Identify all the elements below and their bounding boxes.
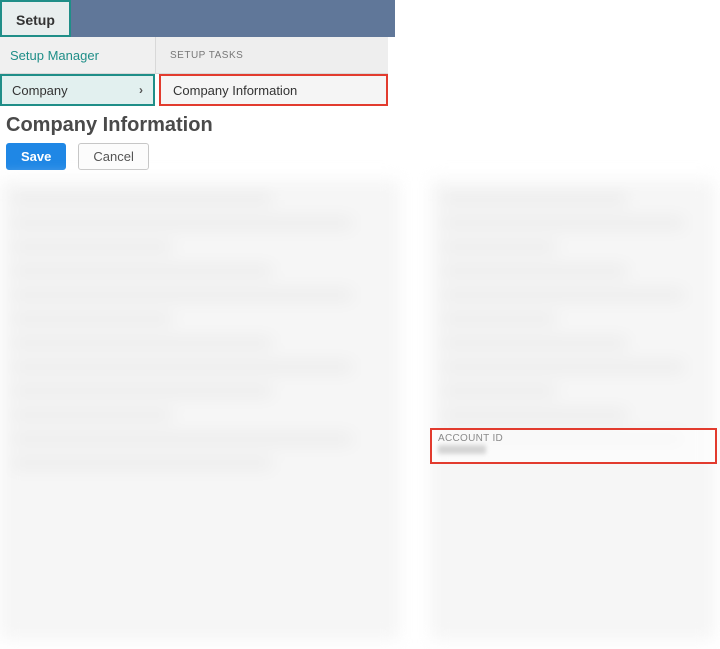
page-title: Company Information: [6, 114, 720, 137]
company-menu-item[interactable]: Company ›: [0, 74, 155, 106]
chevron-right-icon: ›: [139, 83, 143, 97]
blurred-form-left: [0, 180, 400, 640]
setup-tab-label: Setup: [16, 12, 55, 28]
cancel-button[interactable]: Cancel: [78, 143, 148, 170]
account-id-field: ACCOUNT ID: [430, 428, 717, 464]
company-information-menu-label: Company Information: [173, 83, 297, 98]
setup-manager-label: Setup Manager: [10, 48, 99, 63]
save-button[interactable]: Save: [6, 143, 66, 170]
menu-header-row: Setup Manager SETUP TASKS: [0, 37, 388, 74]
setup-tab[interactable]: Setup: [0, 0, 71, 37]
setup-tasks-heading-text: SETUP TASKS: [170, 50, 243, 61]
account-id-label: ACCOUNT ID: [438, 433, 709, 444]
menu-item-row: Company › Company Information: [0, 74, 388, 106]
account-id-value-blurred: [438, 445, 486, 454]
setup-manager-link[interactable]: Setup Manager: [0, 37, 155, 73]
top-navigation-bar: Setup: [0, 0, 720, 37]
topbar-cap: [395, 0, 720, 37]
form-content-area: ACCOUNT ID: [0, 180, 720, 649]
topbar-background: [71, 0, 395, 37]
setup-tasks-heading: SETUP TASKS: [155, 37, 388, 73]
action-button-row: Save Cancel: [0, 143, 720, 170]
company-menu-label: Company: [12, 83, 68, 98]
company-information-menu-item[interactable]: Company Information: [159, 74, 388, 106]
blurred-form-right: [430, 180, 715, 640]
